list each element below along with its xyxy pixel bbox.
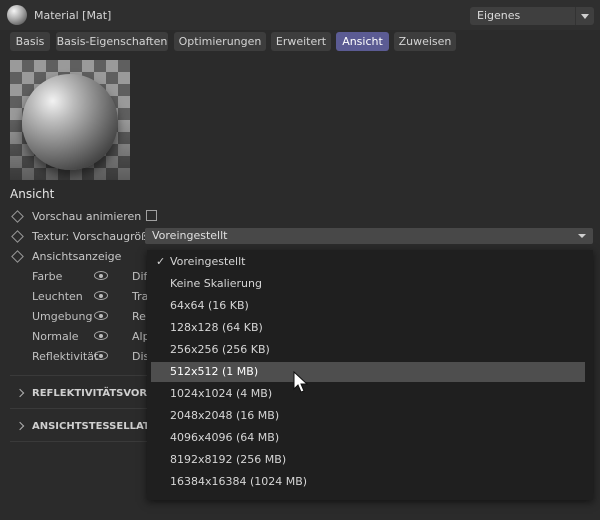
preview-animate-label: Vorschau animieren — [32, 210, 142, 223]
divider — [10, 408, 147, 409]
channel-label-reflektivitaet: Reflektivität — [32, 350, 99, 363]
menu-item-64[interactable]: 64x64 (16 KB) — [151, 296, 585, 316]
material-title: Material [Mat] — [34, 9, 112, 22]
channel-label-umgebung: Umgebung — [32, 310, 93, 323]
eye-icon[interactable] — [94, 351, 108, 360]
tab-zuweisen[interactable]: Zuweisen — [394, 32, 456, 51]
checkmark-icon: ✓ — [156, 255, 166, 268]
texture-size-dropdown[interactable]: Voreingestellt — [145, 228, 593, 244]
menu-item-256[interactable]: 256x256 (256 KB) — [151, 340, 585, 360]
eye-icon[interactable] — [94, 271, 108, 280]
mouse-pointer-icon — [293, 371, 309, 393]
keyframe-diamond-icon[interactable] — [11, 210, 24, 223]
menu-item-4096[interactable]: 4096x4096 (64 MB) — [151, 428, 585, 448]
tab-basis-eigenschaften[interactable]: Basis-Eigenschaften — [56, 32, 168, 51]
eye-icon[interactable] — [94, 311, 108, 320]
view-display-label: Ansichtsanzeige — [32, 250, 122, 263]
chevron-down-icon — [578, 234, 586, 238]
menu-item-512[interactable]: 512x512 (1 MB) — [151, 362, 585, 382]
channel-label-normale: Normale — [32, 330, 79, 343]
channel-label-farbe: Farbe — [32, 270, 63, 283]
section-title: Ansicht — [10, 187, 55, 201]
keyframe-diamond-icon[interactable] — [11, 230, 24, 243]
tab-optimierungen[interactable]: Optimierungen — [174, 32, 266, 51]
chevron-down-icon[interactable] — [575, 7, 594, 25]
mode-dropdown-value: Eigenes — [477, 9, 521, 22]
texture-size-value: Voreingestellt — [152, 229, 228, 242]
keyframe-diamond-icon[interactable] — [11, 250, 24, 263]
tab-erweitert[interactable]: Erweitert — [271, 32, 331, 51]
channel-trail: Re — [132, 310, 146, 323]
material-preview[interactable] — [10, 60, 130, 180]
menu-item-1024[interactable]: 1024x1024 (4 MB) — [151, 384, 585, 404]
texture-size-label: Textur: Vorschaugröße — [32, 230, 155, 243]
channel-trail: Tra — [132, 290, 149, 303]
menu-item-16384[interactable]: 16384x16384 (1024 MB) — [151, 472, 585, 492]
divider — [10, 375, 147, 376]
channel-label-leuchten: Leuchten — [32, 290, 83, 303]
chevron-right-icon[interactable] — [15, 388, 25, 398]
divider — [10, 441, 147, 442]
menu-item-voreingestellt[interactable]: ✓ Voreingestellt — [151, 252, 585, 272]
tab-ansicht[interactable]: Ansicht — [336, 32, 389, 51]
channel-trail: Dif — [132, 270, 148, 283]
eye-icon[interactable] — [94, 331, 108, 340]
preview-animate-checkbox[interactable] — [146, 210, 157, 221]
menu-item-keine-skalierung[interactable]: Keine Skalierung — [151, 274, 585, 294]
preview-sphere — [22, 74, 118, 170]
menu-item-128[interactable]: 128x128 (64 KB) — [151, 318, 585, 338]
chevron-right-icon[interactable] — [15, 421, 25, 431]
eye-icon[interactable] — [94, 291, 108, 300]
material-sphere-icon — [7, 5, 27, 25]
menu-item-2048[interactable]: 2048x2048 (16 MB) — [151, 406, 585, 426]
texture-size-menu: ✓ Voreingestellt Keine Skalierung 64x64 … — [147, 250, 593, 500]
mode-dropdown[interactable]: Eigenes — [470, 7, 594, 25]
menu-item-8192[interactable]: 8192x8192 (256 MB) — [151, 450, 585, 470]
tab-basis[interactable]: Basis — [10, 32, 50, 51]
